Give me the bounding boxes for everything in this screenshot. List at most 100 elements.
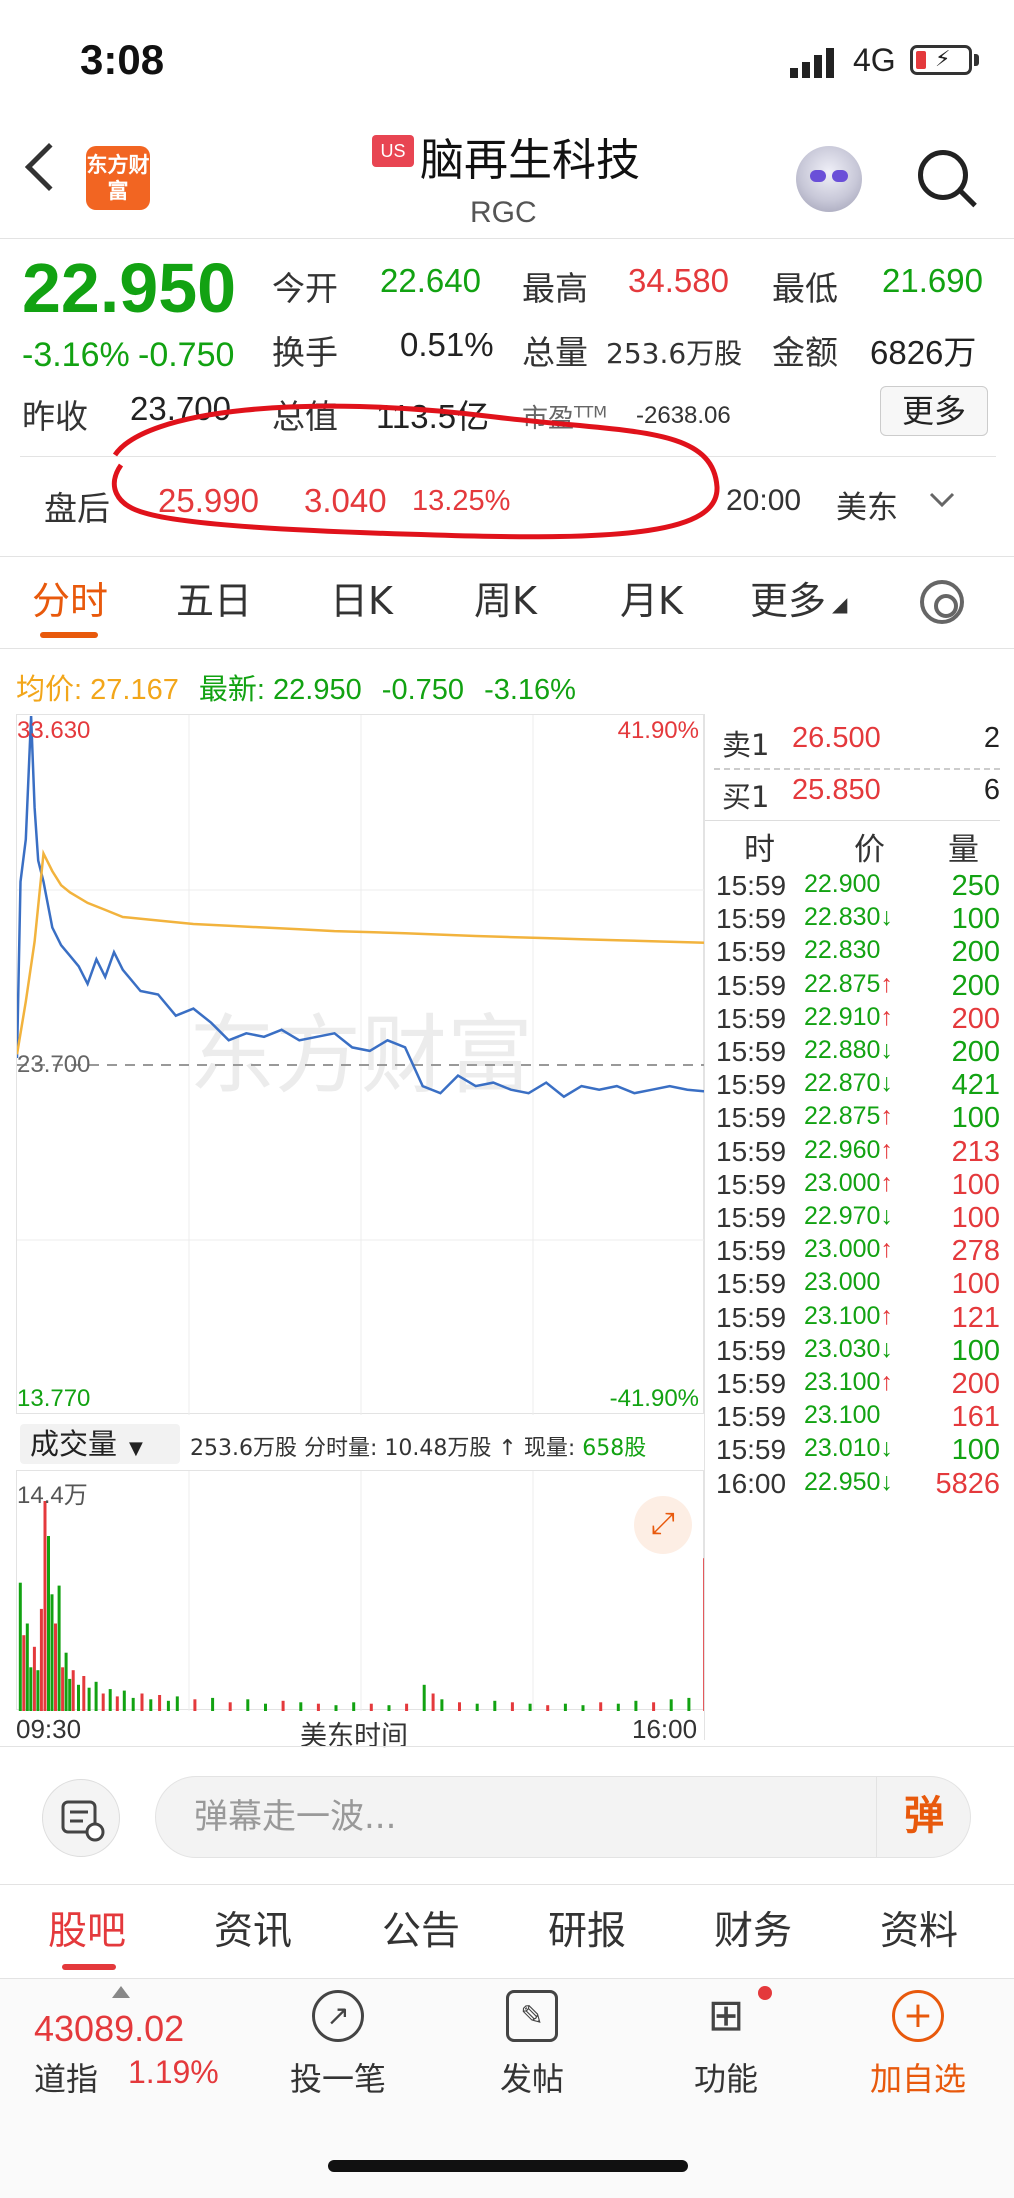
- trade-qty: 200: [951, 936, 1000, 969]
- trade-price: 23.010↓: [804, 1434, 893, 1463]
- bid-label: 买1: [722, 780, 770, 814]
- volume-bar: [18, 1582, 22, 1711]
- trade-price: 22.830↓: [804, 903, 893, 932]
- tab-weekly-k[interactable]: 周K: [474, 570, 537, 625]
- robot-assistant-icon[interactable]: [796, 146, 862, 212]
- divider: [0, 556, 1014, 557]
- panel-divider: [704, 714, 705, 1740]
- watermark: 东方财富: [189, 1006, 533, 1106]
- add-watchlist-button[interactable]: + 加自选: [848, 1990, 988, 2100]
- trade-time: 15:59: [716, 1135, 787, 1167]
- trade-qty: 100: [951, 1268, 1000, 1301]
- trade-price: 22.875↑: [804, 969, 893, 998]
- low-label: 最低: [772, 269, 838, 308]
- invest-label: 投一笔: [289, 2060, 386, 2098]
- x-axis-end: 16:00: [632, 1714, 698, 1744]
- tab-more[interactable]: 更多: [750, 570, 826, 625]
- amount-value: 6826万: [870, 334, 977, 371]
- down-arrow-icon: ↓: [880, 1069, 893, 1098]
- up-arrow-icon: ↑: [880, 1168, 893, 1197]
- volume-bar: [634, 1700, 638, 1711]
- tab-five-day[interactable]: 五日: [176, 570, 252, 625]
- index-name[interactable]: 道指: [34, 2054, 98, 2100]
- tab-forum[interactable]: 股吧: [48, 1900, 126, 1956]
- chevron-down-icon[interactable]: [928, 490, 956, 510]
- volume-bar: [211, 1697, 215, 1711]
- volume-bar: [77, 1684, 80, 1712]
- volume-bar: [108, 1689, 112, 1711]
- volume-bar: [422, 1684, 426, 1712]
- volume-bar: [669, 1699, 673, 1711]
- volume-value: 253.6万股: [606, 337, 743, 370]
- content-tab-bar: 股吧 资讯 公告 研报 财务 资料: [0, 1900, 1014, 1970]
- trade-time: 16:00: [716, 1467, 787, 1499]
- down-arrow-icon: ↓: [880, 1434, 893, 1463]
- more-quote-button[interactable]: 更多: [880, 386, 988, 436]
- tab-research[interactable]: 研报: [548, 1900, 626, 1956]
- divider: [0, 1746, 1014, 1747]
- danmaku-input[interactable]: 弹幕走一波...: [155, 1776, 971, 1858]
- volume-bar: [158, 1695, 162, 1711]
- indicator-select[interactable]: 成交量 ▼: [20, 1424, 180, 1464]
- up-arrow-icon: ↑: [880, 1002, 893, 1031]
- after-hours-time: 20:00: [726, 484, 802, 517]
- after-hours-zone: 美东: [836, 490, 898, 526]
- index-value[interactable]: 43089.02: [34, 2008, 184, 2050]
- trade-qty: 421: [951, 1069, 1000, 1102]
- last-change: -0.750: [381, 674, 465, 706]
- add-watchlist-label: 加自选: [869, 2060, 966, 2098]
- trade-price: 22.830: [804, 936, 881, 965]
- volume-bar: [36, 1670, 40, 1711]
- volume-bar: [458, 1702, 461, 1712]
- post-button[interactable]: ✎ 发帖: [462, 1990, 602, 2100]
- tab-daily-k[interactable]: 日K: [330, 570, 393, 625]
- danmaku-list-icon[interactable]: [42, 1779, 120, 1857]
- volume-bar: [563, 1703, 567, 1711]
- trade-time: 15:59: [716, 1202, 787, 1233]
- trade-time: 15:59: [716, 1235, 787, 1267]
- features-button[interactable]: ⊞ 功能: [656, 1990, 796, 2100]
- tab-news[interactable]: 资讯: [214, 1900, 292, 1956]
- expand-icon[interactable]: ⤢: [634, 1496, 692, 1554]
- turnover-value: 0.51%: [400, 326, 494, 363]
- trade-row: 16:00 22.950↓ 5826: [704, 1468, 1000, 1514]
- tab-financials[interactable]: 财务: [714, 1900, 792, 1956]
- danmaku-button[interactable]: 弹: [876, 1776, 971, 1858]
- divider: [0, 1884, 1014, 1885]
- battery-icon: ⚡: [910, 45, 972, 75]
- volume-bar: [82, 1676, 86, 1711]
- edit-icon: ✎: [506, 1990, 558, 2042]
- down-arrow-icon: ↓: [880, 1202, 893, 1230]
- volume-chart[interactable]: 14.4万: [16, 1470, 707, 1712]
- volume-bar: [431, 1693, 435, 1711]
- index-percent[interactable]: 1.19%: [128, 2054, 219, 2091]
- trade-qty: 100: [951, 1202, 1000, 1234]
- tab-announcements[interactable]: 公告: [382, 1900, 460, 1956]
- volume-bar: [57, 1585, 61, 1711]
- tab-monthly-k[interactable]: 月K: [620, 570, 683, 625]
- gear-icon[interactable]: [920, 580, 964, 624]
- volume-bar: [440, 1699, 444, 1711]
- current-volume-label: 现量:: [523, 1436, 576, 1461]
- ask-label: 卖1: [722, 728, 770, 762]
- avg-label: 均价:: [16, 674, 83, 706]
- back-icon[interactable]: [24, 142, 74, 192]
- plus-circle-icon: +: [892, 1990, 944, 2042]
- trade-qty: 213: [951, 1135, 1000, 1168]
- down-arrow-icon: ↓: [880, 1334, 893, 1363]
- minute-volume: 10.48万股: [384, 1436, 492, 1461]
- price-chart-svg: 东方财富: [15, 715, 706, 1415]
- invest-button[interactable]: ↗ 投一笔: [268, 1990, 408, 2100]
- volume-bar: [616, 1703, 620, 1711]
- trade-time: 15:59: [716, 1002, 787, 1034]
- down-arrow-icon: ↓: [880, 1467, 893, 1496]
- tab-profile[interactable]: 资料: [880, 1900, 958, 1956]
- down-arrow-icon: ↓: [880, 903, 893, 932]
- trade-price: 22.960↑: [804, 1135, 893, 1164]
- intraday-chart[interactable]: 东方财富 33.630 23.700 13.770 41.90% -41.90%: [15, 714, 706, 1415]
- volume-bar: [581, 1705, 585, 1711]
- x-axis-label: 美东时间: [300, 1721, 408, 1751]
- trade-qty: 250: [951, 870, 1000, 902]
- volume-bar: [228, 1702, 232, 1712]
- tab-intraday[interactable]: 分时: [32, 570, 108, 625]
